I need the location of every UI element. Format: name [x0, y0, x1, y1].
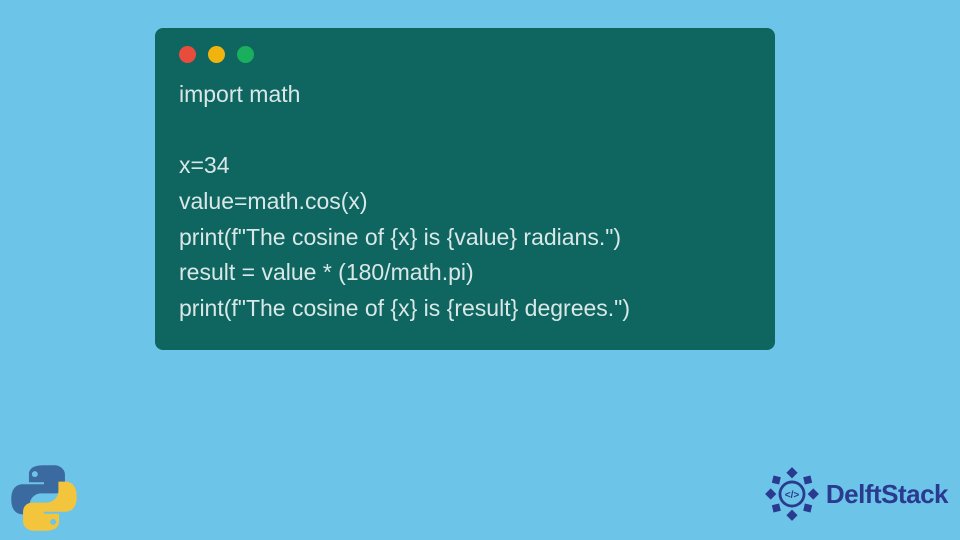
delftstack-label: DelftStack [826, 479, 948, 510]
code-line: value=math.cos(x) [179, 188, 368, 214]
code-window: import math x=34 value=math.cos(x) print… [155, 28, 775, 350]
window-controls [179, 46, 751, 63]
code-line: import math [179, 81, 300, 107]
code-line: x=34 [179, 152, 230, 178]
close-dot-icon [179, 46, 196, 63]
delftstack-badge-icon: </> [764, 466, 820, 522]
code-line: result = value * (180/math.pi) [179, 259, 474, 285]
maximize-dot-icon [237, 46, 254, 63]
minimize-dot-icon [208, 46, 225, 63]
code-line: print(f"The cosine of {x} is {result} de… [179, 295, 630, 321]
code-line: print(f"The cosine of {x} is {value} rad… [179, 224, 621, 250]
svg-text:</>: </> [785, 490, 800, 501]
python-icon [8, 462, 80, 534]
code-block: import math x=34 value=math.cos(x) print… [179, 77, 751, 326]
delftstack-logo: </> DelftStack [764, 466, 948, 522]
